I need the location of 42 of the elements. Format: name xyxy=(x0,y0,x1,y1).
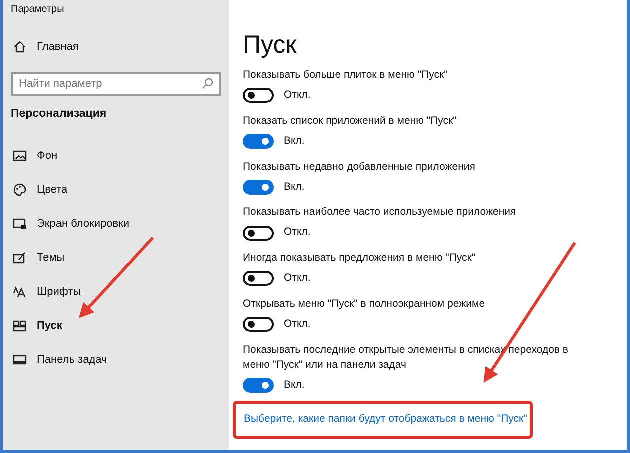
themes-icon xyxy=(13,251,27,265)
toggle-switch[interactable] xyxy=(243,134,274,150)
toggle-state-label: Откл. xyxy=(284,225,311,240)
home-link[interactable]: Главная xyxy=(11,30,221,64)
search-icon xyxy=(201,77,215,91)
toggle-switch[interactable] xyxy=(243,378,274,393)
setting-label: Иногда показывать предложения в меню "Пуск" xyxy=(243,251,477,266)
toggle-state-label: Откл. xyxy=(284,88,311,103)
home-icon xyxy=(13,40,27,54)
toggle-switch[interactable] xyxy=(243,226,274,241)
sidebar-item[interactable]: Шрифты xyxy=(11,275,221,309)
folders-link[interactable]: Выберите, какие папки будут отображаться в меню "Пуск" xyxy=(244,413,528,426)
page-title: Пуск xyxy=(243,30,298,60)
taskbar-icon xyxy=(13,353,27,367)
sidebar-item[interactable]: Темы xyxy=(11,241,221,275)
window-title: Параметры xyxy=(11,3,66,17)
picture-icon xyxy=(13,149,27,163)
toggle-switch[interactable] xyxy=(243,317,274,332)
toggle-switch[interactable] xyxy=(243,88,274,104)
palette-icon xyxy=(13,183,27,197)
setting-label: Открывать меню "Пуск" в полноэкранном режиме xyxy=(243,296,486,312)
search-field[interactable]: Найти параметр xyxy=(11,72,221,96)
lock-screen-icon xyxy=(13,217,27,231)
toggle-state-label: Откл. xyxy=(284,271,311,286)
setting-label: Показывать больше плиток в меню "Пуск" xyxy=(243,68,449,83)
section-heading: Персонализация xyxy=(11,107,108,122)
toggle-state-label: Вкл. xyxy=(284,180,305,194)
setting-label: Показывать наиболее часто используемые приложения xyxy=(243,205,518,220)
toggle-switch[interactable] xyxy=(243,271,274,286)
sidebar-item[interactable]: Цвета xyxy=(11,173,221,207)
sidebar-item[interactable]: Фон xyxy=(11,139,221,173)
sidebar-item[interactable]: Экран блокировки xyxy=(11,207,221,241)
sidebar-item[interactable]: Пуск xyxy=(11,309,221,343)
toggle-state-label: Вкл. xyxy=(284,378,305,392)
toggle-switch[interactable] xyxy=(243,180,274,195)
start-tiles-icon xyxy=(13,319,27,333)
toggle-state-label: Откл. xyxy=(284,316,311,332)
fonts-icon xyxy=(13,285,27,299)
toggle-state-label: Вкл. xyxy=(284,134,305,149)
setting-label: Показывать недавно добавленные приложения xyxy=(243,160,476,174)
setting-label: Показать список приложений в меню "Пуск" xyxy=(243,114,458,129)
sidebar-item[interactable]: Панель задач xyxy=(11,343,221,377)
